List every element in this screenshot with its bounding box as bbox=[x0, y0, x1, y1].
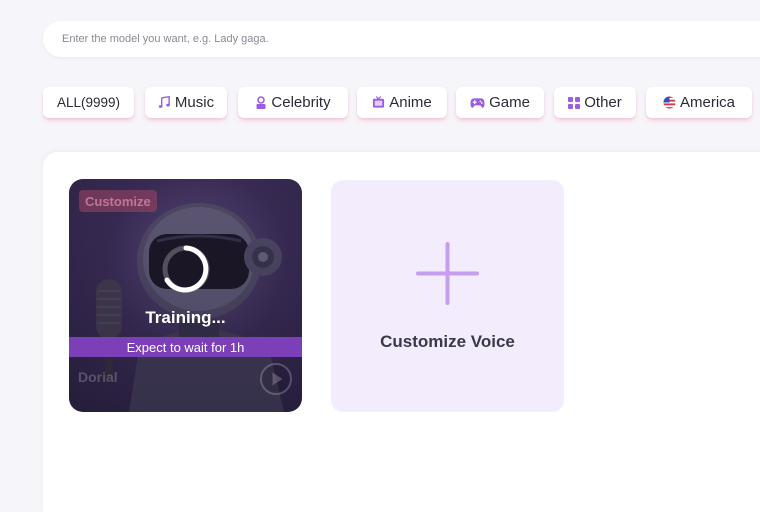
category-chip-label: America bbox=[679, 94, 735, 111]
wait-time-text: Expect to wait for 1h bbox=[126, 339, 245, 355]
customize-voice-card[interactable]: Customize Voice bbox=[331, 180, 564, 412]
category-chip-america[interactable]: America bbox=[646, 87, 752, 118]
category-chip-game[interactable]: Game bbox=[456, 87, 544, 118]
training-status: Training... bbox=[145, 308, 226, 327]
tv-icon bbox=[372, 96, 385, 109]
model-search-bar[interactable] bbox=[43, 21, 760, 57]
category-chip-anime[interactable]: Anime bbox=[357, 87, 447, 118]
wait-time-banner: Expect to wait for 1h bbox=[69, 337, 302, 357]
category-chip-label: Anime bbox=[389, 94, 432, 111]
plus-icon bbox=[416, 242, 479, 305]
model-search-input[interactable] bbox=[62, 33, 760, 45]
voice-name: Dorial bbox=[78, 369, 118, 385]
category-chip-label: ALL(9999) bbox=[56, 95, 121, 110]
category-chip-label: Celebrity bbox=[271, 94, 331, 111]
gamepad-icon bbox=[470, 97, 485, 109]
training-voice-card[interactable]: Customize Training... Expect to wait for… bbox=[69, 179, 302, 412]
music-note-icon bbox=[158, 96, 171, 109]
loading-spinner-icon bbox=[162, 245, 210, 293]
category-chip-music[interactable]: Music bbox=[145, 87, 227, 118]
category-chip-all[interactable]: ALL(9999) bbox=[43, 87, 134, 118]
category-chip-other[interactable]: Other bbox=[554, 87, 636, 118]
customize-voice-label: Customize Voice bbox=[380, 332, 515, 351]
category-chip-label: Music bbox=[174, 94, 215, 111]
customize-badge: Customize bbox=[79, 190, 157, 212]
category-chip-label: Other bbox=[584, 94, 622, 111]
grid-icon bbox=[568, 96, 581, 109]
category-chip-label: Game bbox=[489, 94, 530, 111]
play-icon[interactable] bbox=[259, 362, 293, 396]
us-flag-icon bbox=[663, 96, 676, 109]
category-chip-celebrity[interactable]: Celebrity bbox=[238, 87, 348, 118]
person-badge-icon bbox=[255, 95, 267, 110]
